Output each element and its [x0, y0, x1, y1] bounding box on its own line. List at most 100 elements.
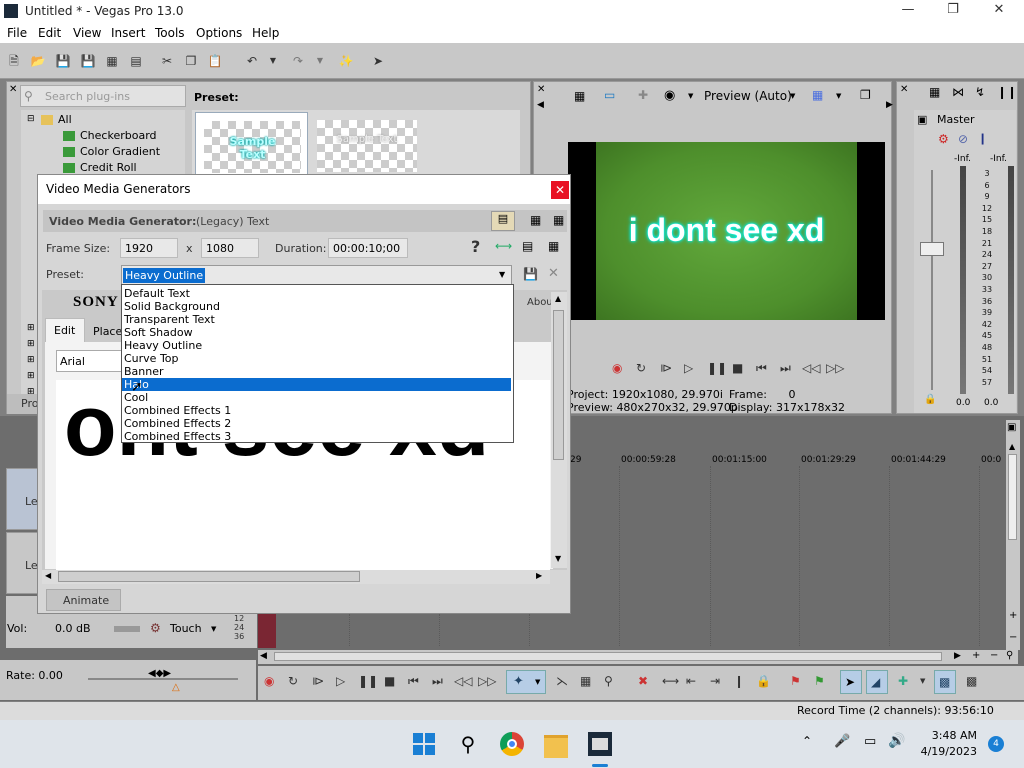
menu-edit[interactable]: Edit [38, 26, 61, 40]
envelope-tool-icon[interactable]: ⋋ [556, 674, 568, 688]
redo-dropdown-icon[interactable]: ▼ [312, 53, 328, 69]
start-button[interactable] [412, 732, 436, 756]
next-frame-icon[interactable]: ▷▷ [478, 674, 496, 688]
selection-tool-icon[interactable]: ▦ [580, 674, 591, 688]
view-mode-3-icon[interactable]: ▦ [553, 213, 564, 227]
minimize-button[interactable]: — [893, 2, 923, 20]
trim-icon[interactable]: ⟷ [662, 674, 679, 688]
snapping-button[interactable]: ➤ [840, 670, 862, 694]
notification-badge[interactable]: 4 [988, 736, 1004, 752]
menu-file[interactable]: File [7, 26, 27, 40]
network-icon[interactable]: ▭ [864, 734, 876, 749]
zoom-tool-icon[interactable]: ⚲ [1006, 650, 1013, 661]
plugin-vscrollbar[interactable]: ▲ ▼ [551, 292, 567, 568]
render-as-icon[interactable]: ✨ [338, 53, 354, 69]
prev-frame-icon[interactable]: ◁◁ [454, 674, 472, 688]
solo-icon[interactable]: ❙ [978, 132, 987, 145]
zoom-in-h-icon[interactable]: + [972, 650, 980, 661]
preset-option[interactable]: Heavy Outline [122, 339, 511, 352]
tree-item-color-gradient[interactable]: Color Gradient [63, 145, 160, 158]
match-media-icon[interactable]: ⟷ [495, 239, 512, 253]
go-to-start-icon[interactable]: ⏮ [756, 361, 767, 376]
zoom-out-icon[interactable]: − [1009, 632, 1017, 643]
scroll-up-icon[interactable]: ▲ [1009, 442, 1015, 451]
preset-option[interactable]: Banner [122, 365, 511, 378]
lock-icon[interactable]: 🔒 [756, 674, 771, 688]
preset-option[interactable]: Soft Shadow [122, 326, 511, 339]
record-icon[interactable]: ◉ [264, 674, 274, 688]
loop-icon[interactable]: ↻ [636, 361, 646, 375]
preset-option[interactable]: Combined Effects 1 [122, 404, 511, 417]
volume-slider[interactable] [114, 626, 140, 632]
preview-mode-dropdown-icon[interactable]: ▼ [790, 92, 795, 100]
timeline-hscrollbar[interactable]: ◀ ▶ + − ⚲ [258, 650, 1018, 664]
grouping-button[interactable]: ▩ [934, 670, 956, 694]
menu-help[interactable]: Help [252, 26, 279, 40]
stop-icon[interactable]: ■ [732, 361, 743, 375]
crossfade-icon[interactable]: ✚ [898, 674, 908, 688]
tree-item-checkerboard[interactable]: Checkerboard [63, 129, 157, 142]
plugin-hscrollbar[interactable]: ◀ ▶ [42, 570, 550, 584]
copy-snapshot-icon[interactable]: ❐ [860, 88, 871, 102]
scroll-left-icon[interactable]: ◀ [260, 651, 267, 661]
delete-preset-icon[interactable]: ✕ [548, 266, 559, 281]
scroll-right-icon[interactable]: ▶ [536, 571, 542, 580]
preset-option[interactable]: Combined Effects 3 [122, 430, 511, 443]
preset-thumb[interactable]: Sample Text [317, 120, 417, 172]
save-icon[interactable]: 💾 [55, 53, 71, 69]
go-to-start-icon[interactable]: ⏮ [408, 674, 419, 689]
output-settings-icon[interactable]: ▤ [522, 239, 533, 253]
pause-icon[interactable]: ❚❚ [358, 674, 378, 688]
undo-dropdown-icon[interactable]: ▼ [265, 53, 281, 69]
preset-option[interactable]: Combined Effects 2 [122, 417, 511, 430]
copy-icon[interactable]: ❐ [183, 53, 199, 69]
whats-this-icon[interactable]: ➤ [370, 53, 386, 69]
next-frame-icon[interactable]: ▷▷ [826, 361, 844, 375]
close-button[interactable]: ✕ [984, 2, 1014, 20]
hscroll-thumb[interactable] [58, 571, 360, 582]
preview-dropdown-icon[interactable]: ▼ [688, 92, 693, 100]
preset-select[interactable]: Heavy Outline ▼ [121, 265, 512, 285]
tree-plus-1[interactable]: ⊞ [27, 323, 35, 333]
properties-icon[interactable]: ▤ [128, 53, 144, 69]
pane-close-icon[interactable]: ✕ [9, 84, 17, 95]
rate-slider-thumb[interactable]: ◀◆▶ [148, 668, 171, 679]
save-as-icon[interactable]: 💾 [80, 53, 96, 69]
mute-icon[interactable]: ⊘ [958, 132, 968, 146]
marker-icon[interactable]: ⚑ [790, 674, 801, 688]
crossfade-dropdown-icon[interactable]: ▼ [920, 677, 925, 685]
pane-close-icon[interactable]: ✕ [900, 84, 908, 95]
trim-start-icon[interactable]: ⇤ [686, 674, 696, 688]
chrome-icon[interactable] [500, 732, 524, 756]
maximize-button[interactable]: ❐ [938, 2, 968, 20]
play-icon[interactable]: ▷ [336, 674, 345, 688]
mixer-properties-icon[interactable]: ▦ [929, 85, 940, 99]
play-icon[interactable]: ▷ [684, 361, 693, 375]
envelope-icon[interactable]: ⚙ [150, 621, 161, 635]
touch-dropdown-icon[interactable]: ▼ [211, 625, 216, 633]
tree-plus-2[interactable]: ⊞ [27, 339, 35, 349]
preset-option[interactable]: Transparent Text [122, 313, 511, 326]
scroll-up-icon[interactable]: ▲ [555, 294, 561, 303]
trim-end-icon[interactable]: ⇥ [710, 674, 720, 688]
render-icon[interactable]: ▦ [104, 53, 120, 69]
play-from-start-icon[interactable]: ⧐ [312, 674, 324, 688]
overlays-icon[interactable]: ▦ [812, 88, 823, 102]
zoom-tool-icon[interactable]: ⚲ [604, 674, 613, 688]
pane-scroll-left-icon[interactable]: ◀ [537, 100, 544, 110]
scroll-thumb[interactable] [553, 310, 564, 460]
lock-icon[interactable]: 🔒 [924, 394, 936, 405]
view-mode-1-button[interactable]: ▤ [491, 211, 515, 231]
split-icon[interactable]: ❙ [734, 674, 744, 688]
cut-icon[interactable]: ✂ [159, 53, 175, 69]
region-icon[interactable]: ⚑ [814, 674, 825, 688]
menu-options[interactable]: Options [196, 26, 242, 40]
paste-icon[interactable]: 📋 [207, 53, 223, 69]
tab-edit[interactable]: Edit [45, 318, 85, 342]
pane-scroll-right-icon[interactable]: ▶ [886, 100, 893, 110]
save-preset-icon[interactable]: 💾 [523, 267, 538, 281]
delete-icon[interactable]: ✖ [638, 674, 648, 688]
view-mode-2-icon[interactable]: ▦ [530, 213, 541, 227]
animate-button[interactable]: Animate [46, 589, 121, 611]
prev-frame-icon[interactable]: ◁◁ [802, 361, 820, 375]
